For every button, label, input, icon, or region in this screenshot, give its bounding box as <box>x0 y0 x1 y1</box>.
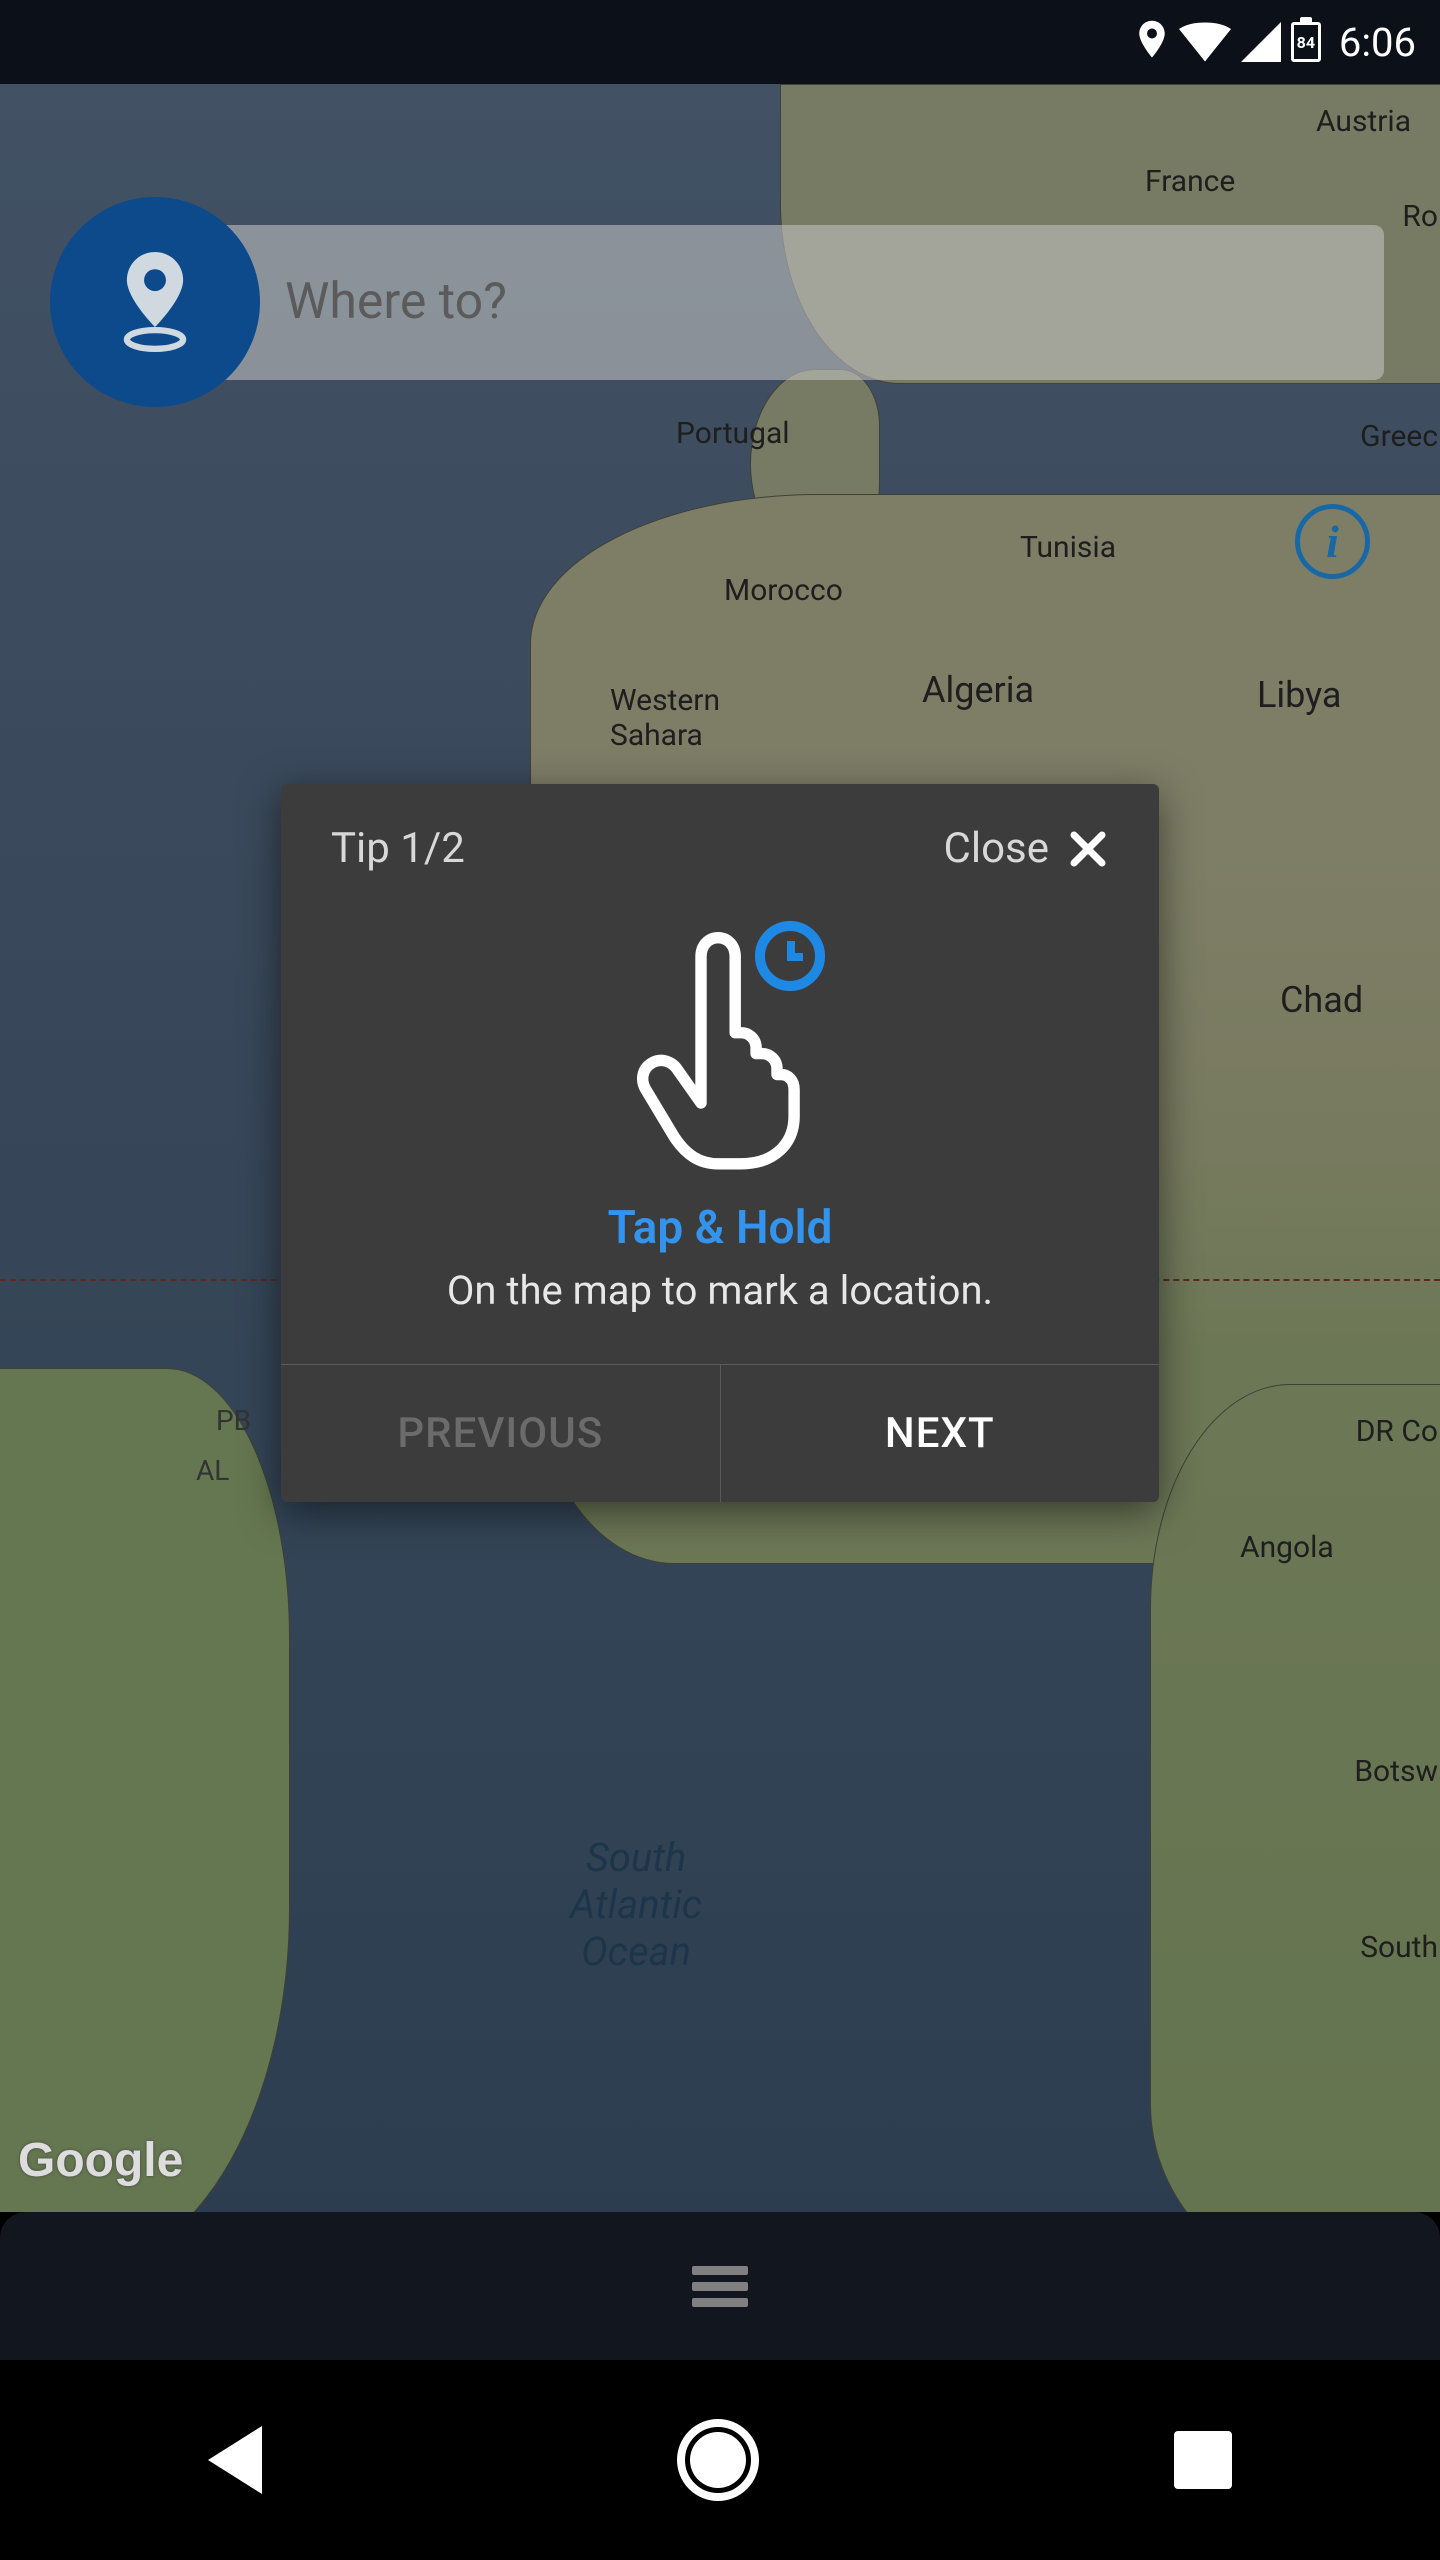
google-attribution: Google <box>18 2133 183 2188</box>
tip-title: Tap & Hold <box>321 1201 1119 1255</box>
battery-icon: 84 <box>1291 22 1321 62</box>
close-button[interactable]: Close <box>944 824 1109 873</box>
my-location-button[interactable] <box>50 197 260 407</box>
recents-button[interactable] <box>1174 2431 1232 2489</box>
tap-hold-illustration <box>595 921 845 1171</box>
next-button[interactable]: NEXT <box>720 1365 1160 1502</box>
tip-dialog: Tip 1/2 Close Tap & Hold On the map to m… <box>281 784 1159 1502</box>
close-icon <box>1067 828 1109 870</box>
status-time: 6:06 <box>1339 19 1416 66</box>
wifi-icon <box>1179 22 1231 62</box>
info-icon: i <box>1326 515 1339 568</box>
tip-actions: PREVIOUS NEXT <box>281 1364 1159 1502</box>
android-status-bar: 84 6:06 <box>0 0 1440 84</box>
tip-description: On the map to mark a location. <box>321 1267 1119 1314</box>
tip-counter: Tip 1/2 <box>331 824 465 873</box>
battery-level: 84 <box>1297 33 1315 52</box>
menu-icon <box>692 2259 748 2314</box>
back-button[interactable] <box>208 2426 262 2494</box>
clock-icon <box>755 921 825 991</box>
bottom-drawer[interactable] <box>0 2212 1440 2360</box>
search-input[interactable]: Where to? <box>215 225 1384 380</box>
location-pin-icon <box>115 252 195 352</box>
location-icon <box>1135 20 1169 64</box>
tip-body: Tap & Hold On the map to mark a location… <box>281 893 1159 1364</box>
search-placeholder: Where to? <box>285 273 507 331</box>
previous-button[interactable]: PREVIOUS <box>281 1365 720 1502</box>
home-button[interactable] <box>677 2419 759 2501</box>
android-nav-bar <box>0 2360 1440 2560</box>
close-label: Close <box>944 824 1049 873</box>
search-bar: Where to? <box>50 222 1384 382</box>
info-button[interactable]: i <box>1295 504 1370 579</box>
tip-header: Tip 1/2 Close <box>281 784 1159 893</box>
map-container[interactable]: France Austria Ro Greec Portugal Tunisia… <box>0 84 1440 2212</box>
cellular-icon <box>1241 22 1281 62</box>
